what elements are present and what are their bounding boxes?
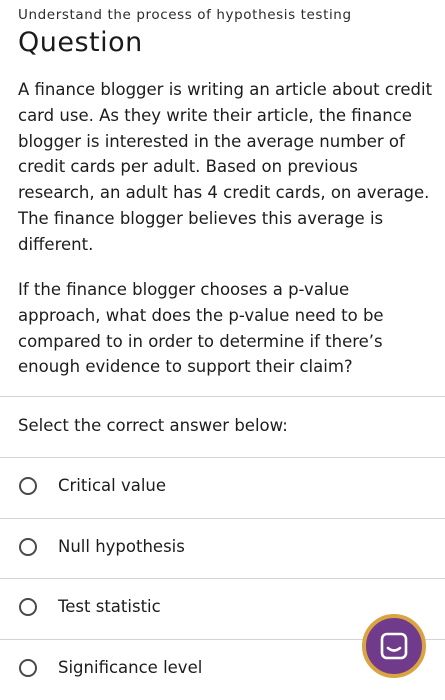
answer-option-label: Test statistic: [58, 597, 161, 616]
answer-option-label: Significance level: [58, 658, 203, 677]
question-prompt-text: If the finance blogger chooses a p-value…: [18, 280, 384, 377]
chat-bubble-icon: [380, 632, 408, 660]
answer-option-null-hypothesis[interactable]: Null hypothesis: [0, 519, 445, 579]
topic-label: Understand the process of hypothesis tes…: [18, 7, 352, 23]
radio-button[interactable]: [19, 659, 37, 677]
page-title: Question: [18, 27, 143, 58]
answer-option-label: Null hypothesis: [58, 537, 185, 556]
divider: [0, 396, 445, 397]
answer-instructions: Select the correct answer below:: [18, 416, 288, 435]
answer-option-label: Critical value: [58, 476, 167, 495]
radio-button[interactable]: [19, 538, 37, 556]
radio-button[interactable]: [19, 477, 37, 495]
radio-button[interactable]: [19, 598, 37, 616]
chat-button[interactable]: [362, 614, 426, 678]
answer-option-critical-value[interactable]: Critical value: [0, 458, 445, 518]
question-stem: A finance blogger is writing an article …: [18, 80, 433, 254]
